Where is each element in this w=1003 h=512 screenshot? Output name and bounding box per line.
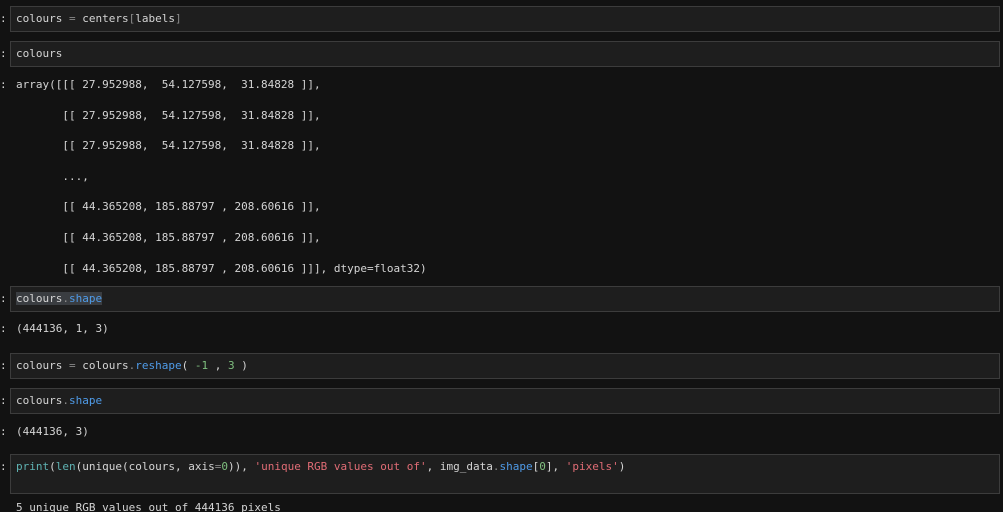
code-line[interactable]: colours = colours.reshape( -1 , 3 ) [16, 359, 248, 373]
code-token: (unique(colours, axis [75, 460, 215, 473]
code-token: print [16, 460, 50, 473]
code-token: ) [618, 460, 626, 473]
output-shape: (444136, 1, 3) [16, 322, 109, 335]
output-array-line: [[ 27.952988, 54.127598, 31.84828 ]], [16, 139, 321, 152]
cell-prompt: : [0, 394, 7, 407]
code-token: centers [75, 12, 129, 25]
cell-prompt: : [0, 292, 7, 305]
output-array-line: ..., [16, 170, 89, 183]
cell-prompt: : [0, 359, 7, 372]
code-token: ) [234, 359, 248, 372]
code-token: shape [499, 460, 533, 473]
code-token: 3 [227, 359, 235, 372]
code-token: 'unique RGB values out of' [254, 460, 427, 473]
code-token: . [492, 460, 500, 473]
code-cell[interactable]: colours = colours.reshape( -1 , 3 ) [10, 353, 1000, 379]
output-shape: (444136, 3) [16, 425, 89, 438]
code-cell[interactable]: colours.shape [10, 286, 1000, 312]
cell-prompt: : [0, 460, 7, 473]
code-token: 0 [539, 460, 546, 473]
cell-prompt: : [0, 47, 7, 60]
code-line[interactable]: colours = centers[labels] [16, 12, 182, 26]
output-prompt: : [0, 322, 7, 335]
code-line[interactable]: colours [16, 47, 62, 61]
code-token: ( [49, 460, 56, 473]
output-prompt: : [0, 425, 7, 438]
code-line[interactable]: print(len(unique(colours, axis=0)), 'uni… [16, 460, 625, 474]
code-token: colours [16, 359, 69, 372]
code-token: -1 [194, 359, 209, 372]
code-token: ], [545, 460, 566, 473]
code-token: . [62, 394, 69, 407]
code-token: shape [68, 394, 103, 407]
code-line[interactable]: colours.shape [16, 292, 103, 306]
code-line[interactable]: colours.shape [16, 394, 102, 408]
code-token: labels [135, 12, 175, 25]
output-array-line: [[ 44.365208, 185.88797 , 208.60616 ]], [16, 231, 321, 244]
code-cell[interactable]: colours.shape [10, 388, 1000, 414]
code-token: = [68, 359, 76, 372]
code-token: colours [16, 12, 69, 25]
code-token: . [62, 292, 69, 305]
code-cell[interactable]: colours = centers[labels] [10, 6, 1000, 32]
code-token: ( [181, 359, 195, 372]
output-print: 5 unique RGB values out of 444136 pixels [16, 501, 281, 512]
code-token: , [208, 359, 228, 372]
output-prompt: : [0, 78, 7, 91]
code-token: len [55, 460, 76, 473]
code-token: 'pixels' [565, 460, 619, 473]
code-cell[interactable]: print(len(unique(colours, axis=0)), 'uni… [10, 454, 1000, 494]
code-token: colours [16, 47, 63, 60]
code-token: = [68, 12, 76, 25]
cell-prompt: : [0, 12, 7, 25]
code-token: 0 [221, 460, 228, 473]
output-array-line: [[ 27.952988, 54.127598, 31.84828 ]], [16, 109, 321, 122]
code-token: )), [227, 460, 255, 473]
code-token: ] [174, 12, 182, 25]
code-token: , img_data [426, 460, 493, 473]
output-array-line: [[ 44.365208, 185.88797 , 208.60616 ]], [16, 200, 321, 213]
output-array-line: [[ 44.365208, 185.88797 , 208.60616 ]]],… [16, 262, 427, 275]
code-cell[interactable]: colours [10, 41, 1000, 67]
output-array-line: array([[[ 27.952988, 54.127598, 31.84828… [16, 78, 321, 91]
code-token: reshape [135, 359, 182, 372]
code-token: shape [68, 292, 103, 305]
code-token: colours [16, 292, 63, 305]
code-token: colours [16, 394, 63, 407]
code-token: colours [75, 359, 129, 372]
